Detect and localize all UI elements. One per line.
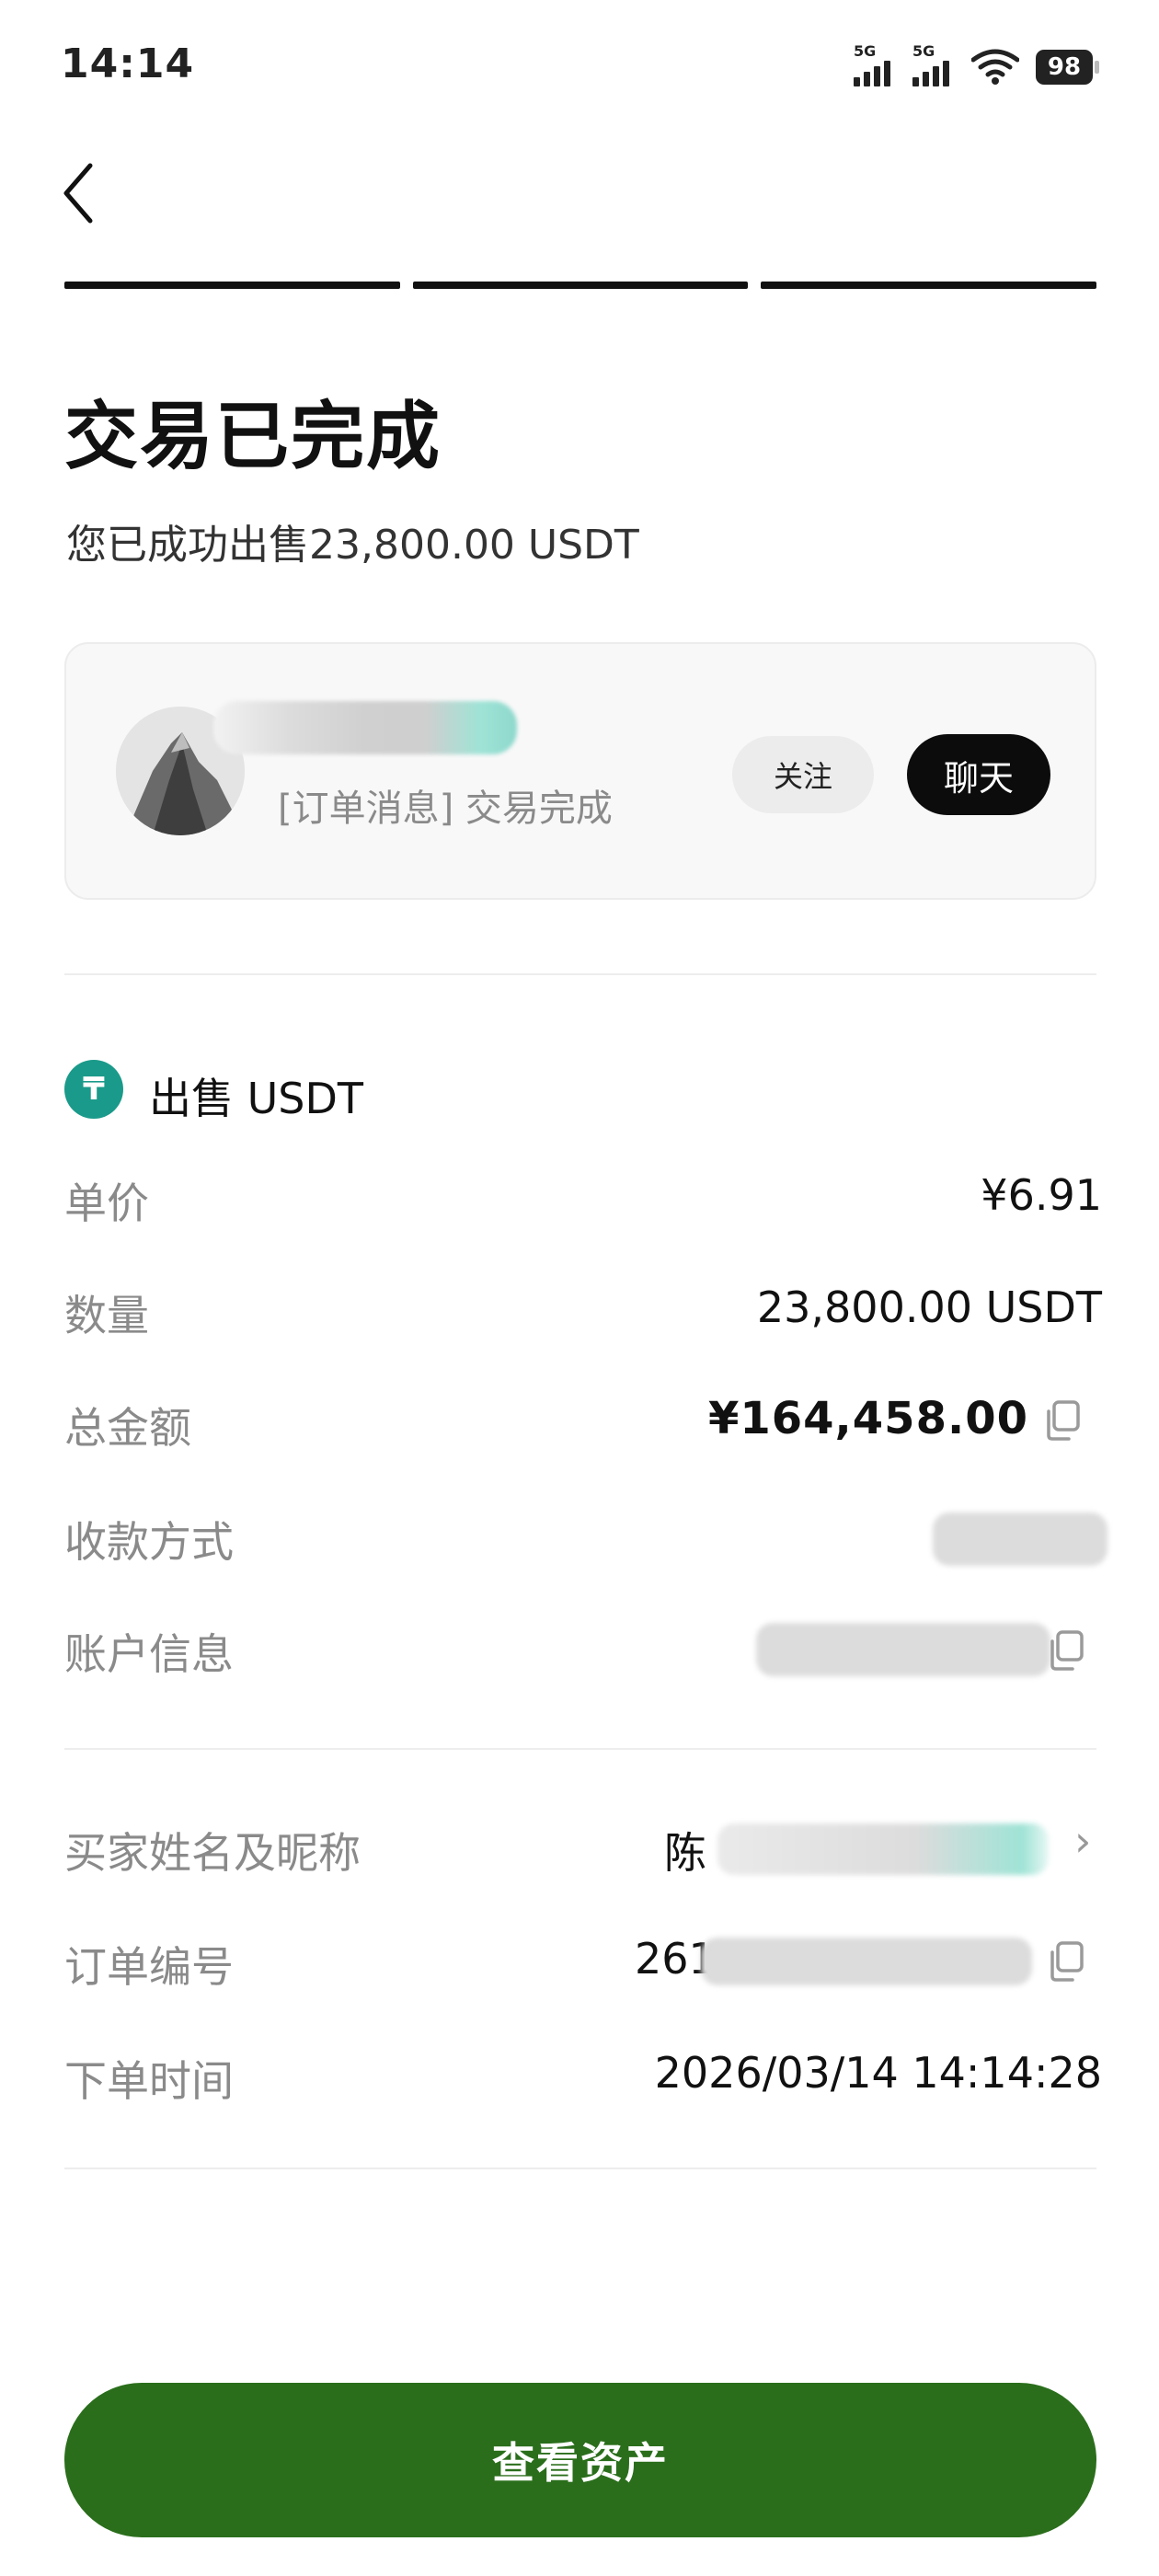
usdt-coin-icon: ₸ [64,1060,123,1119]
unit-price-label: 单价 [64,1179,149,1228]
view-assets-button[interactable]: 查看资产 [64,2383,1096,2537]
chevron-left-icon [63,163,93,224]
account-info-label: 账户信息 [64,1629,234,1679]
chevron-right-icon[interactable]: › [1074,1816,1091,1866]
signal-icon: 5G [854,42,901,90]
progress-steps [64,282,1097,289]
status-icons: 5G 5G 98 [854,42,1099,90]
divider [64,973,1096,975]
payment-method-redacted [933,1512,1107,1566]
order-message: [订单消息] 交易完成 [278,788,613,830]
asset-title: 出售 USDT [149,1074,364,1123]
order-number-label: 订单编号 [64,1942,234,1992]
copy-icon[interactable] [1043,1398,1084,1443]
quantity-label: 数量 [64,1291,149,1340]
payment-method-label: 收款方式 [64,1517,234,1567]
follow-button[interactable]: 关注 [732,736,874,813]
chat-button[interactable]: 聊天 [907,734,1050,815]
divider [64,1748,1096,1750]
counterparty-name-redacted [213,701,517,754]
unit-price-value: ¥6.91 [981,1170,1102,1220]
progress-step [64,282,400,289]
account-info-redacted [756,1623,1050,1676]
wifi-icon [971,49,1019,85]
page-subtitle: 您已成功出售23,800.00 USDT [66,522,639,569]
buyer-name-value[interactable]: 陈 [664,1820,706,1880]
buyer-name-label: 买家姓名及昵称 [64,1828,361,1878]
quantity-value: 23,800.00 USDT [756,1282,1102,1332]
total-amount-label: 总金额 [64,1403,191,1453]
progress-step [761,282,1097,289]
page-title: 交易已完成 [64,394,442,479]
total-amount-value: ¥164,458.00 [707,1393,1028,1444]
order-time-value: 2026/03/14 14:14:28 [654,2048,1102,2098]
battery-icon: 98 [1036,50,1099,85]
copy-icon[interactable] [1047,1939,1087,1984]
back-button[interactable] [53,156,109,230]
signal-icon: 5G [912,42,960,90]
progress-step [412,282,749,289]
order-number-redacted [701,1938,1032,1985]
order-time-label: 下单时间 [64,2056,234,2106]
buyer-name-redacted [717,1823,1049,1875]
divider [64,2168,1096,2169]
copy-icon[interactable] [1047,1628,1087,1673]
status-time: 14:14 [61,40,195,87]
